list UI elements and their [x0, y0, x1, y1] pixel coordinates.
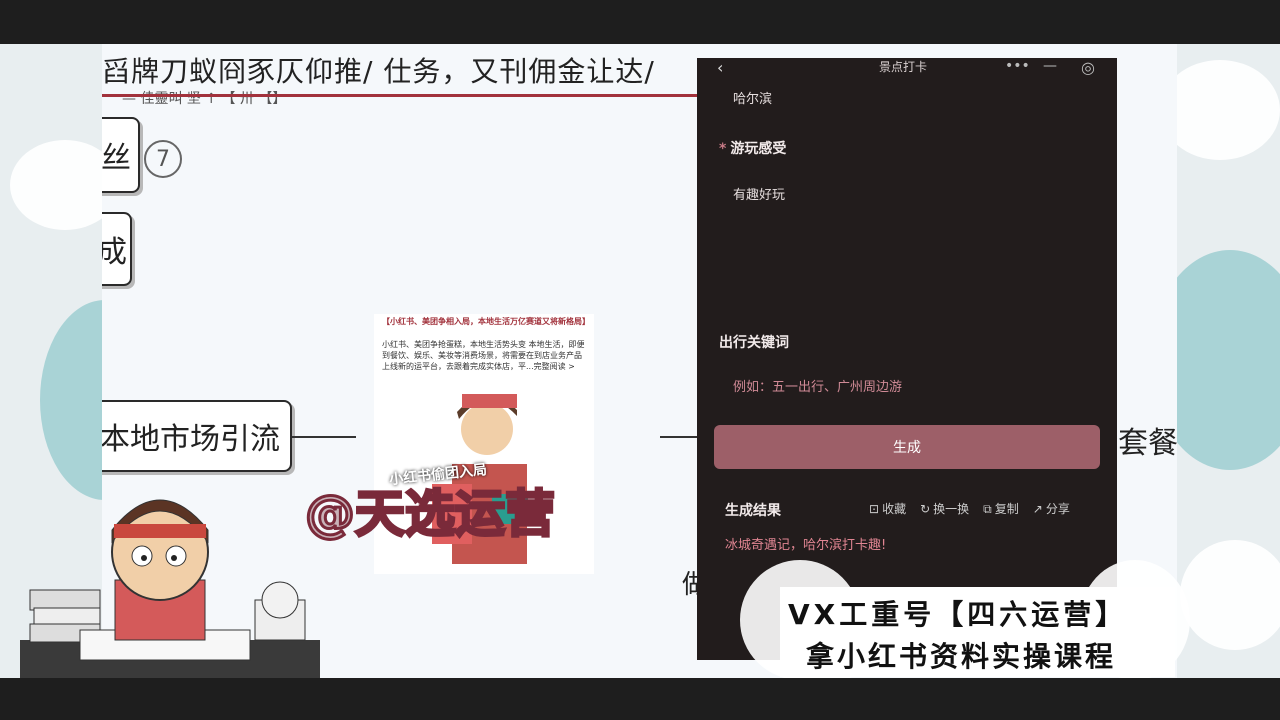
promo-banner-line2: 拿小红书资料实操课程: [806, 640, 1117, 673]
generate-button-label: 生成: [893, 440, 921, 456]
share-icon: ↗: [1032, 502, 1043, 516]
result-label: 生成结果: [725, 503, 781, 519]
back-arrow-icon[interactable]: ‹: [717, 58, 723, 77]
refresh-button[interactable]: ↻ 换一换: [920, 500, 969, 517]
share-label: 分享: [1045, 502, 1070, 516]
promo-banner-line1: VX工重号【四六运营】: [788, 598, 1128, 631]
copy-label: 复制: [994, 502, 1019, 516]
keywords-input[interactable]: 例如：五一出行、广州周边游: [733, 376, 902, 395]
node-fans-count: 7: [156, 146, 170, 172]
mind-map-top-text: 舀牌刀蚁冏豕仄仰推/ 仕务，又刊佣金让达/: [102, 55, 655, 88]
required-asterisk: *: [719, 141, 727, 157]
generate-button[interactable]: 生成: [714, 425, 1100, 469]
location-field[interactable]: 哈尔滨: [733, 88, 772, 107]
experience-label-text: 游玩感受: [730, 141, 787, 157]
minimize-icon[interactable]: —: [1043, 58, 1057, 74]
result-actions: ⊡ 收藏 ↻ 换一换 ⧉ 复制 ↗ 分享: [869, 500, 1070, 517]
more-options-icon[interactable]: •••: [1005, 58, 1030, 74]
mind-map-sub-text: — 佳靈叫 坚 ↑ 【 卅 【】: [122, 91, 287, 107]
cloud-decoration-right-top: [1160, 60, 1280, 160]
connector-line-right: [660, 436, 700, 438]
mind-map-node-local-traffic[interactable]: 本地市场引流: [102, 400, 292, 472]
experience-label: * 游玩感受: [719, 138, 786, 158]
cloud-decoration-right-bottom: [1180, 540, 1280, 650]
experience-field[interactable]: 有趣好玩: [733, 184, 785, 203]
node-local-traffic-label: 本地市场引流: [102, 422, 280, 457]
node-fans-label: 丝: [102, 141, 131, 176]
article-title: 【小红书、美团争相入局，本地生活万亿赛道又将新格局】: [382, 317, 590, 326]
result-text: 冰城奇遇记，哈尔滨打卡趣!: [725, 538, 887, 553]
bookmark-button[interactable]: ⊡ 收藏: [869, 500, 906, 517]
bottom-letterbox: [0, 678, 1280, 720]
refresh-icon: ↻: [920, 502, 931, 516]
article-body: 小红书、美团争抢蛋糕，本地生活势头变 本地生活，即便到餐饮、娱乐、美妆等消费场景…: [382, 340, 585, 371]
cartoon-boy-illustration: [20, 499, 320, 678]
mind-map-node-cheng[interactable]: 成: [102, 212, 132, 286]
bookmark-icon: ⊡: [869, 502, 880, 516]
refresh-label: 换一换: [933, 502, 970, 516]
connector-line-left: [292, 436, 356, 438]
bookmark-label: 收藏: [882, 502, 907, 516]
app-title: 景点打卡: [879, 60, 928, 74]
mind-map-underline: [102, 94, 702, 97]
top-letterbox: [0, 0, 1280, 44]
node-fans-count-badge: 7: [144, 140, 182, 178]
promo-banner: VX工重号【四六运营】 拿小红书资料实操课程: [780, 587, 1175, 677]
copy-icon: ⧉: [983, 502, 992, 516]
mind-map-right-text: 套餐: [1118, 426, 1177, 461]
channel-watermark: @天选运营: [304, 484, 557, 545]
target-icon[interactable]: ◎: [1081, 58, 1095, 77]
keywords-label: 出行关键词: [719, 335, 789, 351]
mind-map-node-fans[interactable]: 丝: [102, 117, 140, 193]
node-cheng-label: 成: [102, 235, 127, 270]
share-button[interactable]: ↗ 分享: [1033, 500, 1070, 517]
attraction-checkin-app-window: ‹ 景点打卡 ••• — ◎ 哈尔滨 * 游玩感受 有趣好玩 出行关键词 例如：五…: [697, 58, 1117, 660]
copy-button[interactable]: ⧉ 复制: [983, 500, 1019, 517]
